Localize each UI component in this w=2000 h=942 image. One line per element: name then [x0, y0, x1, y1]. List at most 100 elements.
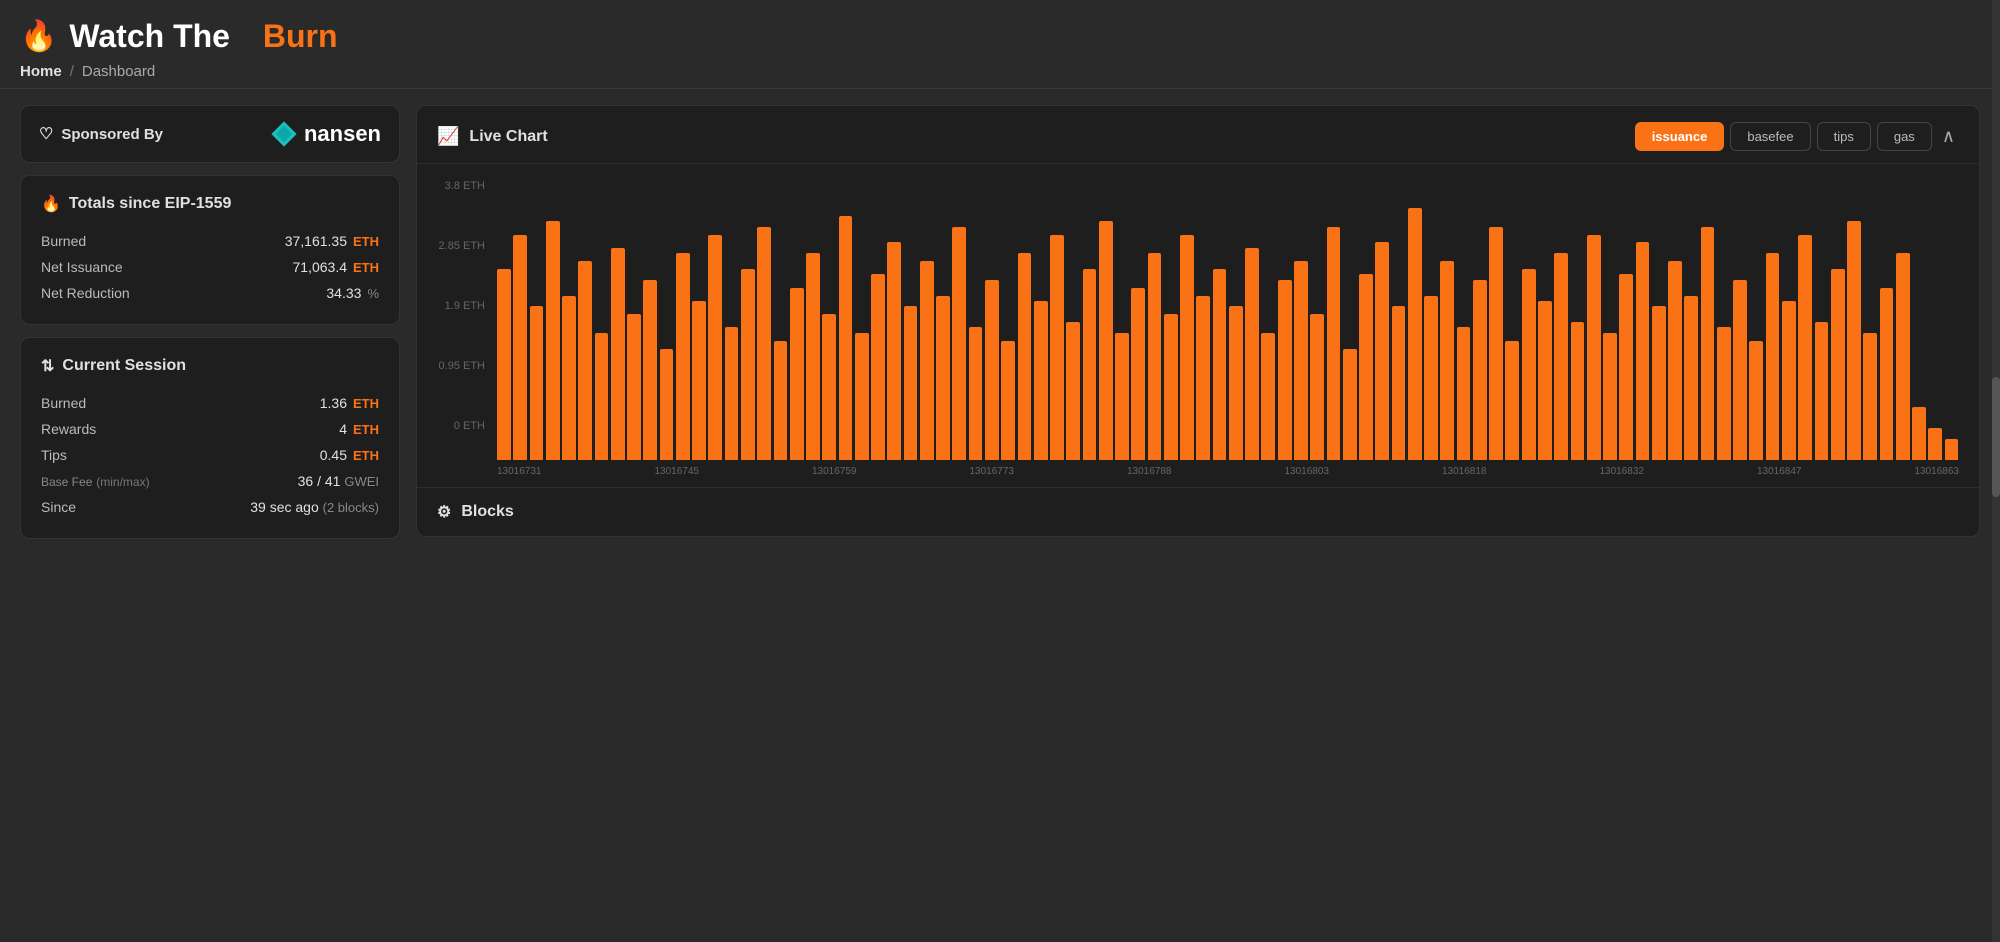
y-label-top: 3.8 ETH: [445, 180, 485, 192]
net-issuance-value-group: 71,063.4 ETH: [293, 259, 380, 275]
y-label-2: 2.85 ETH: [439, 240, 485, 252]
bar: [969, 327, 983, 460]
net-issuance-row: Net Issuance 71,063.4 ETH: [41, 254, 379, 280]
bar: [1213, 269, 1227, 460]
bar: [1359, 274, 1373, 460]
chart-btn-basefee[interactable]: basefee: [1730, 122, 1810, 151]
bar: [1066, 322, 1080, 460]
bar: [839, 216, 853, 460]
bar: [1310, 314, 1324, 460]
chart-btn-gas[interactable]: gas: [1877, 122, 1932, 151]
session-tips-value: 0.45: [320, 447, 347, 463]
scrollbar-track[interactable]: [1992, 0, 2000, 942]
bar: [1164, 314, 1178, 460]
net-issuance-label: Net Issuance: [41, 259, 123, 275]
bar: [1554, 253, 1568, 460]
session-rewards-row: Rewards 4 ETH: [41, 416, 379, 442]
chart-btn-tips[interactable]: tips: [1817, 122, 1871, 151]
title-watch-the: Watch The: [69, 18, 230, 55]
scrollbar-thumb[interactable]: [1992, 377, 2000, 497]
x-label: 13016731: [497, 466, 542, 477]
bar: [1294, 261, 1308, 460]
sponsored-card: ♡ Sponsored By nansen: [20, 105, 400, 163]
since-row: Since 39 sec ago (2 blocks): [41, 494, 379, 520]
bar: [855, 333, 869, 460]
bar: [952, 227, 966, 460]
x-label: 13016745: [655, 466, 700, 477]
session-tips-label: Tips: [41, 447, 67, 463]
bar: [1099, 221, 1113, 460]
since-time: 39 sec ago: [250, 499, 319, 515]
bar: [1083, 269, 1097, 460]
base-fee-max: 41: [325, 473, 341, 489]
burned-row: Burned 37,161.35 ETH: [41, 228, 379, 254]
chart-body: 3.8 ETH 2.85 ETH 1.9 ETH 0.95 ETH 0 ETH …: [417, 164, 1979, 487]
bar: [1018, 253, 1032, 460]
bar: [1880, 288, 1894, 460]
bar: [871, 274, 885, 460]
nansen-logo: nansen: [270, 120, 381, 148]
y-label-3: 1.9 ETH: [445, 300, 485, 312]
bar: [1327, 227, 1341, 460]
main-layout: ♡ Sponsored By nansen 🔥 Totals since EIP…: [0, 89, 2000, 555]
bar: [578, 261, 592, 460]
bar: [1229, 306, 1243, 460]
bar: [936, 296, 950, 460]
net-reduction-value-group: 34.33 %: [326, 285, 379, 301]
bar: [790, 288, 804, 460]
bar: [1831, 269, 1845, 460]
since-blocks: (2 blocks): [323, 500, 379, 515]
bar: [676, 253, 690, 460]
breadcrumb-current: Dashboard: [82, 63, 155, 80]
bar-chart: 3.8 ETH 2.85 ETH 1.9 ETH 0.95 ETH 0 ETH …: [437, 180, 1959, 477]
session-burned-unit: ETH: [353, 396, 379, 411]
bar: [1148, 253, 1162, 460]
x-label: 13016803: [1285, 466, 1330, 477]
bar: [887, 242, 901, 460]
bar: [497, 269, 511, 460]
bar: [1733, 280, 1747, 460]
chart-controls: issuance basefee tips gas: [1635, 122, 1932, 151]
chart-title: 📈 Live Chart: [437, 126, 548, 147]
bar: [1261, 333, 1275, 460]
bar: [1424, 296, 1438, 460]
net-reduction-value: 34.33: [326, 285, 361, 301]
bar: [1034, 301, 1048, 460]
since-value-group: 39 sec ago (2 blocks): [250, 499, 379, 515]
blocks-header: ⚙ Blocks: [437, 502, 1959, 522]
burned-value-group: 37,161.35 ETH: [285, 233, 379, 249]
bar: [595, 333, 609, 460]
session-tips-value-group: 0.45 ETH: [320, 447, 379, 463]
breadcrumb-home[interactable]: Home: [20, 63, 62, 80]
bar: [725, 327, 739, 460]
nansen-diamond-icon: [270, 120, 298, 148]
bar: [1489, 227, 1503, 460]
bar: [1636, 242, 1650, 460]
live-chart-panel: 📈 Live Chart issuance basefee tips gas ∧: [416, 105, 1980, 537]
bar: [1131, 288, 1145, 460]
session-rewards-unit: ETH: [353, 422, 379, 437]
bar: [1782, 301, 1796, 460]
bar: [1343, 349, 1357, 460]
net-issuance-value: 71,063.4: [293, 259, 348, 275]
bar: [1896, 253, 1910, 460]
base-fee-row: Base Fee (min/max) 36 / 41 GWEI: [41, 468, 379, 494]
bar: [1619, 274, 1633, 460]
chart-btn-issuance[interactable]: issuance: [1635, 122, 1725, 151]
blocks-title: Blocks: [461, 503, 513, 521]
bar: [1766, 253, 1780, 460]
bar: [1587, 235, 1601, 460]
bar: [1749, 341, 1763, 460]
session-burned-label: Burned: [41, 395, 86, 411]
bar: [708, 235, 722, 460]
y-label-bottom: 0 ETH: [454, 420, 485, 432]
session-icon: ⇅: [41, 356, 54, 376]
x-label: 13016847: [1757, 466, 1802, 477]
x-label: 13016863: [1915, 466, 1960, 477]
collapse-button[interactable]: ∧: [1938, 126, 1959, 147]
bar: [1001, 341, 1015, 460]
bar: [1522, 269, 1536, 460]
totals-section-title: 🔥 Totals since EIP-1559: [41, 194, 379, 214]
burned-unit: ETH: [353, 234, 379, 249]
bar: [530, 306, 544, 460]
